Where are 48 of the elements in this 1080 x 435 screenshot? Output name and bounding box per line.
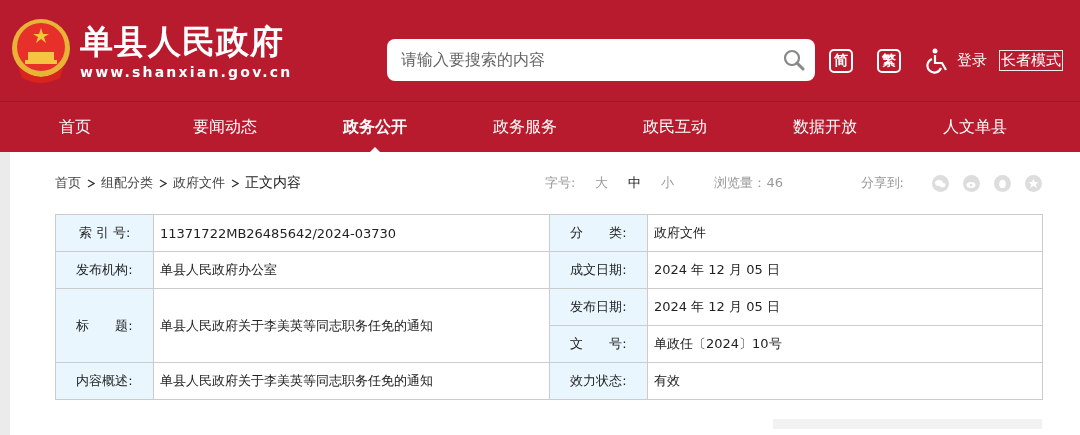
site-url: www.shanxian.gov.cn xyxy=(80,63,293,80)
field-label: 文 号: xyxy=(550,326,648,363)
wheelchair-icon[interactable] xyxy=(925,47,949,74)
field-value: 政府文件 xyxy=(648,215,1043,252)
nav-item[interactable]: 政民互动 xyxy=(600,102,750,152)
field-value: 2024 年 12 月 05 日 xyxy=(648,252,1043,289)
view-count: 浏览量：46 xyxy=(714,174,783,192)
field-value: 11371722MB26485642/2024-03730 xyxy=(154,215,550,252)
font-size-label: 字号: xyxy=(545,174,576,192)
elder-mode-button[interactable]: 长者模式 xyxy=(999,50,1063,71)
font-size-option[interactable]: 中 xyxy=(628,174,642,192)
emblem-logo xyxy=(10,17,72,84)
field-value: 2024 年 12 月 05 日 xyxy=(648,289,1043,326)
nav-item[interactable]: 要闻动态 xyxy=(150,102,300,152)
site-name: 单县人民政府 xyxy=(80,21,285,62)
breadcrumb-link[interactable]: 首页 xyxy=(55,174,81,192)
field-value: 有效 xyxy=(648,363,1043,400)
chat-bubble-icon[interactable] xyxy=(932,174,949,192)
field-value: 单县人民政府关于李美英等同志职务任免的通知 xyxy=(154,289,550,363)
nav-item[interactable]: 首页 xyxy=(0,102,150,152)
traditional-chinese-button[interactable]: 繁 xyxy=(877,48,901,73)
nav-item[interactable]: 政务服务 xyxy=(450,102,600,152)
field-label: 效力状态: xyxy=(550,363,648,400)
breadcrumb-link[interactable]: 政府文件 xyxy=(173,174,225,192)
nav-item[interactable]: 数据开放 xyxy=(750,102,900,152)
chevron-icon xyxy=(159,178,167,188)
field-label: 内容概述: xyxy=(56,363,154,400)
simplified-chinese-button[interactable]: 简 xyxy=(829,48,853,73)
field-label: 索 引 号: xyxy=(56,215,154,252)
field-value: 单政任〔2024〕10号 xyxy=(648,326,1043,363)
field-label: 标 题: xyxy=(56,289,154,363)
chevron-icon xyxy=(231,178,239,188)
chevron-icon xyxy=(87,178,95,188)
nav-item[interactable]: 人文单县 xyxy=(900,102,1050,152)
breadcrumb-link[interactable]: 组配分类 xyxy=(101,174,153,192)
share-label: 分享到: xyxy=(860,174,904,192)
field-label: 发布机构: xyxy=(56,252,154,289)
field-label: 分 类: xyxy=(550,215,648,252)
nav-item[interactable]: 政务公开 xyxy=(300,102,450,152)
field-label: 成文日期: xyxy=(550,252,648,289)
breadcrumb-link[interactable]: 正文内容 xyxy=(245,174,301,192)
field-value: 单县人民政府办公室 xyxy=(154,252,550,289)
login-link[interactable]: 登录 xyxy=(957,51,987,70)
field-label: 发布日期: xyxy=(550,289,648,326)
search-field[interactable]: 请输入要搜索的内容 xyxy=(387,38,815,81)
eye-logo-icon[interactable] xyxy=(963,174,980,192)
search-icon[interactable] xyxy=(783,48,805,71)
field-value: 单县人民政府关于李美英等同志职务任免的通知 xyxy=(154,363,550,400)
